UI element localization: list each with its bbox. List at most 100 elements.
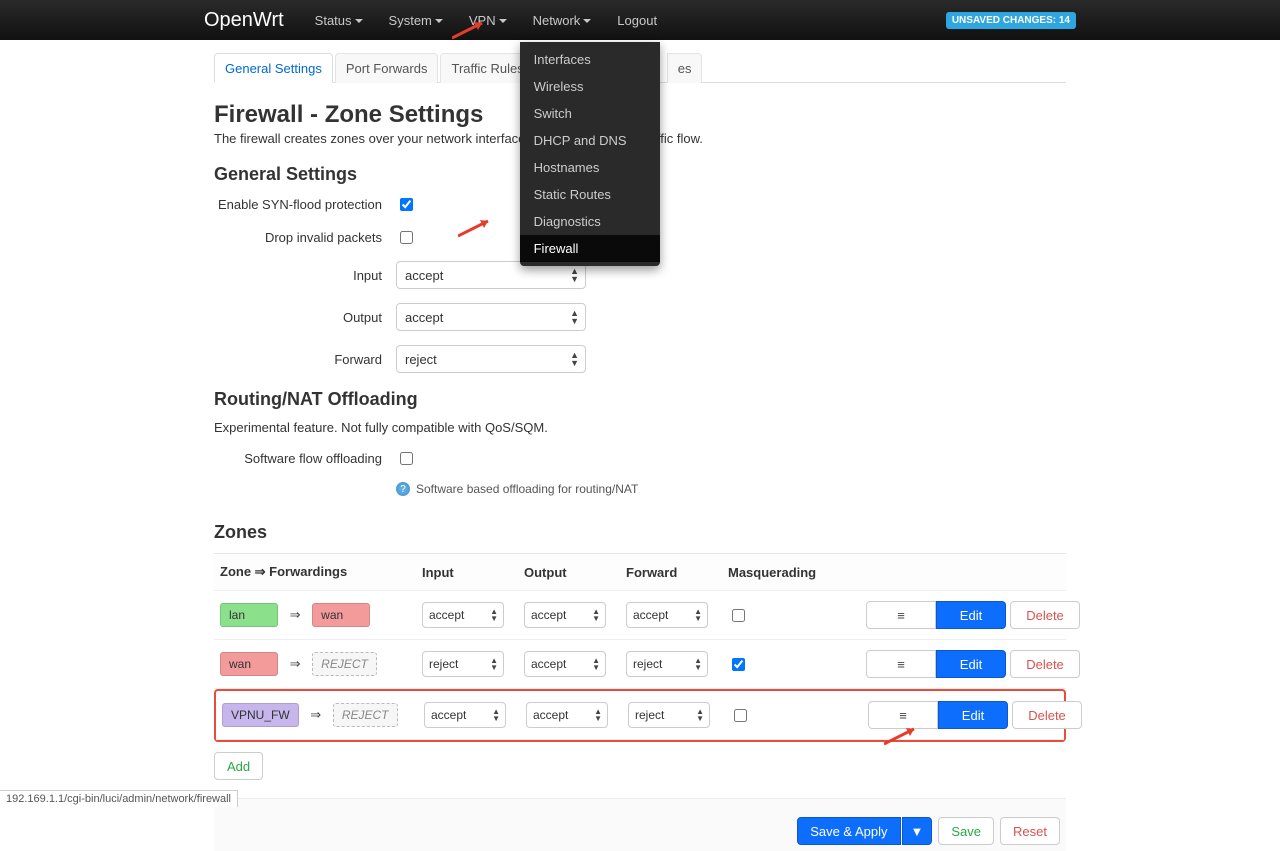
caret-icon bbox=[583, 19, 591, 23]
col-zone: Zone ⇒ Forwardings bbox=[220, 564, 420, 580]
updown-icon: ▲▼ bbox=[570, 309, 579, 325]
arrow-icon: ⇒ bbox=[290, 607, 301, 622]
nav-status[interactable]: Status bbox=[302, 2, 376, 39]
nav-system[interactable]: System bbox=[376, 2, 456, 39]
zone-masquerading-checkbox[interactable] bbox=[732, 609, 745, 622]
select-value: reject bbox=[405, 352, 437, 367]
nav-vpn[interactable]: VPN bbox=[456, 2, 520, 39]
updown-icon: ▲▼ bbox=[490, 657, 498, 671]
reset-button[interactable]: Reset bbox=[1000, 817, 1060, 845]
menu-wireless[interactable]: Wireless bbox=[520, 73, 660, 100]
updown-icon: ▲▼ bbox=[492, 708, 500, 722]
network-dropdown: Interfaces Wireless Switch DHCP and DNS … bbox=[520, 42, 660, 266]
zone-chip-source: lan bbox=[220, 603, 278, 627]
unsaved-changes-badge[interactable]: UNSAVED CHANGES: 14 bbox=[946, 12, 1076, 29]
zone-reorder-button[interactable]: ≡ bbox=[868, 701, 938, 729]
zone-output-select[interactable]: accept▲▼ bbox=[526, 702, 608, 728]
zone-reorder-button[interactable]: ≡ bbox=[866, 601, 936, 629]
zone-output-select[interactable]: accept▲▼ bbox=[524, 651, 606, 677]
zone-delete-button[interactable]: Delete bbox=[1010, 650, 1080, 678]
zone-row: lan ⇒ wan accept▲▼ accept▲▼ accept▲▼ ≡ E… bbox=[214, 591, 1066, 640]
checkbox-software-offloading[interactable] bbox=[400, 452, 413, 465]
offloading-description: Experimental feature. Not fully compatib… bbox=[214, 420, 1066, 435]
help-offloading: ? Software based offloading for routing/… bbox=[396, 482, 1066, 496]
updown-icon: ▲▼ bbox=[490, 608, 498, 622]
save-button[interactable]: Save bbox=[938, 817, 994, 845]
zone-input-select[interactable]: accept▲▼ bbox=[422, 602, 504, 628]
zone-chip-source: VPNU_FW bbox=[222, 703, 299, 727]
zone-reorder-button[interactable]: ≡ bbox=[866, 650, 936, 678]
col-forward: Forward bbox=[626, 565, 726, 580]
caret-icon bbox=[355, 19, 363, 23]
label-forward: Forward bbox=[214, 352, 396, 367]
zone-input-select[interactable]: accept▲▼ bbox=[424, 702, 506, 728]
section-offloading: Routing/NAT Offloading bbox=[214, 389, 1066, 410]
updown-icon: ▲▼ bbox=[592, 657, 600, 671]
updown-icon: ▲▼ bbox=[694, 608, 702, 622]
zone-edit-button[interactable]: Edit bbox=[938, 701, 1008, 729]
tab-general-settings[interactable]: General Settings bbox=[214, 53, 333, 83]
menu-interfaces[interactable]: Interfaces bbox=[520, 46, 660, 73]
zone-forward-select[interactable]: reject▲▼ bbox=[628, 702, 710, 728]
menu-diagnostics[interactable]: Diagnostics bbox=[520, 208, 660, 235]
tab-port-forwards[interactable]: Port Forwards bbox=[335, 53, 439, 83]
select-value: accept bbox=[405, 268, 443, 283]
tab-custom-rules[interactable]: es bbox=[667, 53, 703, 83]
caret-icon bbox=[499, 19, 507, 23]
updown-icon: ▲▼ bbox=[694, 657, 702, 671]
zone-delete-button[interactable]: Delete bbox=[1010, 601, 1080, 629]
help-icon: ? bbox=[396, 482, 410, 496]
menu-switch[interactable]: Switch bbox=[520, 100, 660, 127]
zone-chip-dest: wan bbox=[312, 603, 370, 627]
status-bar-url: 192.169.1.1/cgi-bin/luci/admin/network/f… bbox=[0, 790, 238, 807]
checkbox-drop-invalid[interactable] bbox=[400, 231, 413, 244]
zone-edit-button[interactable]: Edit bbox=[936, 601, 1006, 629]
main-nav: Status System VPN Network Interfaces Wir… bbox=[302, 2, 670, 39]
zone-edit-button[interactable]: Edit bbox=[936, 650, 1006, 678]
arrow-icon: ⇒ bbox=[310, 707, 321, 722]
zone-chip-dest: REJECT bbox=[333, 703, 398, 727]
brand[interactable]: OpenWrt bbox=[204, 9, 284, 32]
zone-row: VPNU_FW ⇒ REJECT accept▲▼ accept▲▼ rejec… bbox=[216, 691, 1064, 740]
col-input: Input bbox=[422, 565, 522, 580]
menu-hostnames[interactable]: Hostnames bbox=[520, 154, 660, 181]
updown-icon: ▲▼ bbox=[570, 351, 579, 367]
label-drop-invalid: Drop invalid packets bbox=[214, 230, 396, 245]
label-syn-flood: Enable SYN-flood protection bbox=[214, 197, 396, 212]
zone-chip-dest: REJECT bbox=[312, 652, 377, 676]
navbar: OpenWrt Status System VPN Network Interf… bbox=[0, 0, 1280, 40]
checkbox-syn-flood[interactable] bbox=[400, 198, 413, 211]
zone-input-select[interactable]: reject▲▼ bbox=[422, 651, 504, 677]
nav-logout[interactable]: Logout bbox=[604, 2, 670, 39]
zone-masquerading-checkbox[interactable] bbox=[734, 709, 747, 722]
zones-header: Zone ⇒ Forwardings Input Output Forward … bbox=[214, 554, 1066, 591]
label-input: Input bbox=[214, 268, 396, 283]
zone-forward-select[interactable]: reject▲▼ bbox=[626, 651, 708, 677]
col-masquerading: Masquerading bbox=[728, 565, 828, 580]
updown-icon: ▲▼ bbox=[594, 708, 602, 722]
updown-icon: ▲▼ bbox=[570, 267, 579, 283]
zone-output-select[interactable]: accept▲▼ bbox=[524, 602, 606, 628]
updown-icon: ▲▼ bbox=[592, 608, 600, 622]
zones-table: Zone ⇒ Forwardings Input Output Forward … bbox=[214, 553, 1066, 742]
menu-firewall[interactable]: Firewall bbox=[520, 235, 660, 262]
zone-forwardings: VPNU_FW ⇒ REJECT bbox=[222, 703, 422, 727]
zone-forward-select[interactable]: accept▲▼ bbox=[626, 602, 708, 628]
select-forward[interactable]: reject ▲▼ bbox=[396, 345, 586, 373]
add-zone-button[interactable]: Add bbox=[214, 752, 263, 780]
menu-static-routes[interactable]: Static Routes bbox=[520, 181, 660, 208]
select-output[interactable]: accept ▲▼ bbox=[396, 303, 586, 331]
save-apply-dropdown[interactable]: ▼ bbox=[902, 817, 933, 845]
save-apply-button[interactable]: Save & Apply bbox=[797, 817, 900, 845]
zone-row: wan ⇒ REJECT reject▲▼ accept▲▼ reject▲▼ … bbox=[214, 640, 1066, 689]
caret-icon bbox=[435, 19, 443, 23]
page-actions: Save & Apply ▼ Save Reset bbox=[214, 798, 1066, 851]
label-software-offloading: Software flow offloading bbox=[214, 451, 396, 466]
zone-chip-source: wan bbox=[220, 652, 278, 676]
nav-network[interactable]: Network bbox=[520, 2, 605, 39]
updown-icon: ▲▼ bbox=[696, 708, 704, 722]
zone-delete-button[interactable]: Delete bbox=[1012, 701, 1082, 729]
zone-masquerading-checkbox[interactable] bbox=[732, 658, 745, 671]
menu-dhcp[interactable]: DHCP and DNS bbox=[520, 127, 660, 154]
zone-forwardings: lan ⇒ wan bbox=[220, 603, 420, 627]
